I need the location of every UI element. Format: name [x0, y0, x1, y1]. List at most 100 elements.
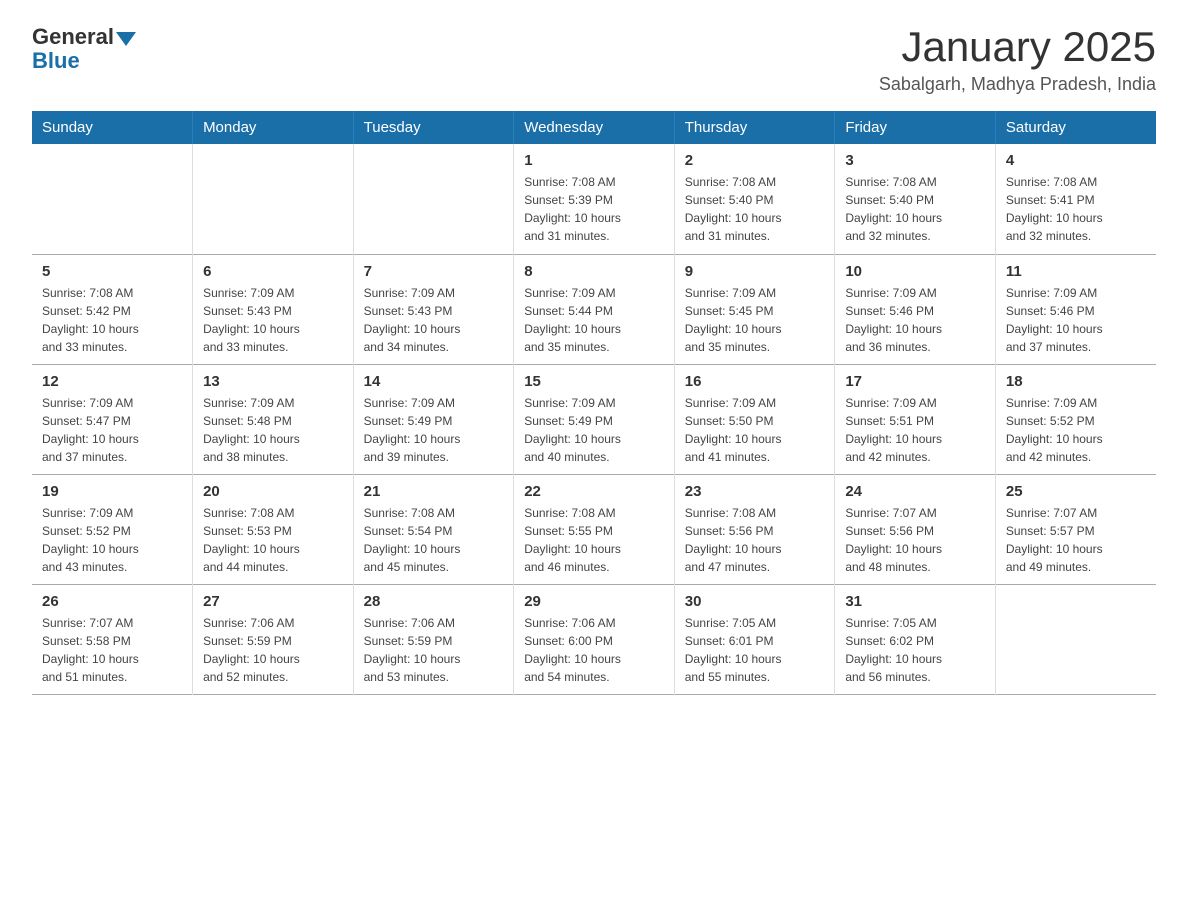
- calendar-week-row: 1 Sunrise: 7:08 AM Sunset: 5:39 PM Daylig…: [32, 144, 1156, 254]
- calendar-cell: 18 Sunrise: 7:09 AM Sunset: 5:52 PM Dayli…: [995, 364, 1156, 474]
- calendar-cell: [193, 144, 354, 254]
- day-number: 8: [524, 263, 664, 280]
- calendar-cell: 1 Sunrise: 7:08 AM Sunset: 5:39 PM Daylig…: [514, 144, 675, 254]
- day-info: Sunrise: 7:08 AM Sunset: 5:56 PM Dayligh…: [685, 504, 825, 576]
- calendar-header-row: SundayMondayTuesdayWednesdayThursdayFrid…: [32, 111, 1156, 144]
- calendar-cell: 17Sunrise: 7:09 AM Sunset: 5:51 PM Dayli…: [835, 364, 996, 474]
- day-info: Sunrise: 7:09 AM Sunset: 5:43 PM Dayligh…: [203, 284, 343, 356]
- day-number: 31: [845, 593, 985, 610]
- day-info: Sunrise: 7:09 AM Sunset: 5:50 PM Dayligh…: [685, 394, 825, 466]
- calendar-cell: 25Sunrise: 7:07 AM Sunset: 5:57 PM Dayli…: [995, 474, 1156, 584]
- calendar-cell: 28 Sunrise: 7:06 AM Sunset: 5:59 PM Dayli…: [353, 584, 514, 694]
- day-number: 1: [524, 152, 664, 169]
- calendar-cell: 7 Sunrise: 7:09 AM Sunset: 5:43 PM Daylig…: [353, 254, 514, 364]
- page-header: General Blue January 2025 Sabalgarh, Mad…: [32, 24, 1156, 95]
- day-info: Sunrise: 7:09 AM Sunset: 5:52 PM Dayligh…: [1006, 394, 1146, 466]
- day-info: Sunrise: 7:05 AM Sunset: 6:02 PM Dayligh…: [845, 614, 985, 686]
- day-info: Sunrise: 7:09 AM Sunset: 5:49 PM Dayligh…: [524, 394, 664, 466]
- day-info: Sunrise: 7:06 AM Sunset: 5:59 PM Dayligh…: [203, 614, 343, 686]
- logo-blue: Blue: [32, 48, 80, 74]
- calendar-cell: 29 Sunrise: 7:06 AM Sunset: 6:00 PM Dayli…: [514, 584, 675, 694]
- calendar-cell: 23Sunrise: 7:08 AM Sunset: 5:56 PM Dayli…: [674, 474, 835, 584]
- calendar-week-row: 19 Sunrise: 7:09 AM Sunset: 5:52 PM Dayli…: [32, 474, 1156, 584]
- day-number: 26: [42, 593, 182, 610]
- day-number: 22: [524, 483, 664, 500]
- day-number: 28: [364, 593, 504, 610]
- calendar-cell: 26Sunrise: 7:07 AM Sunset: 5:58 PM Dayli…: [32, 584, 193, 694]
- day-info: Sunrise: 7:06 AM Sunset: 6:00 PM Dayligh…: [524, 614, 664, 686]
- day-number: 7: [364, 263, 504, 280]
- calendar-cell: 13 Sunrise: 7:09 AM Sunset: 5:48 PM Dayli…: [193, 364, 354, 474]
- calendar-cell: 24 Sunrise: 7:07 AM Sunset: 5:56 PM Dayli…: [835, 474, 996, 584]
- day-number: 18: [1006, 373, 1146, 390]
- day-number: 13: [203, 373, 343, 390]
- calendar-week-row: 26Sunrise: 7:07 AM Sunset: 5:58 PM Dayli…: [32, 584, 1156, 694]
- day-info: Sunrise: 7:09 AM Sunset: 5:44 PM Dayligh…: [524, 284, 664, 356]
- calendar-cell: 2 Sunrise: 7:08 AM Sunset: 5:40 PM Daylig…: [674, 144, 835, 254]
- logo: General Blue: [32, 24, 136, 74]
- day-info: Sunrise: 7:08 AM Sunset: 5:41 PM Dayligh…: [1006, 173, 1146, 245]
- calendar-cell: 12 Sunrise: 7:09 AM Sunset: 5:47 PM Dayli…: [32, 364, 193, 474]
- title-block: January 2025 Sabalgarh, Madhya Pradesh, …: [879, 24, 1156, 95]
- day-info: Sunrise: 7:09 AM Sunset: 5:52 PM Dayligh…: [42, 504, 182, 576]
- day-number: 2: [685, 152, 825, 169]
- day-info: Sunrise: 7:05 AM Sunset: 6:01 PM Dayligh…: [685, 614, 825, 686]
- calendar-cell: 19 Sunrise: 7:09 AM Sunset: 5:52 PM Dayli…: [32, 474, 193, 584]
- day-info: Sunrise: 7:08 AM Sunset: 5:40 PM Dayligh…: [685, 173, 825, 245]
- day-number: 5: [42, 263, 182, 280]
- calendar-cell: 9Sunrise: 7:09 AM Sunset: 5:45 PM Daylig…: [674, 254, 835, 364]
- day-number: 3: [845, 152, 985, 169]
- day-info: Sunrise: 7:06 AM Sunset: 5:59 PM Dayligh…: [364, 614, 504, 686]
- day-info: Sunrise: 7:08 AM Sunset: 5:54 PM Dayligh…: [364, 504, 504, 576]
- day-info: Sunrise: 7:09 AM Sunset: 5:47 PM Dayligh…: [42, 394, 182, 466]
- day-number: 25: [1006, 483, 1146, 500]
- calendar-cell: 3 Sunrise: 7:08 AM Sunset: 5:40 PM Daylig…: [835, 144, 996, 254]
- calendar-cell: 11Sunrise: 7:09 AM Sunset: 5:46 PM Dayli…: [995, 254, 1156, 364]
- calendar-week-row: 12 Sunrise: 7:09 AM Sunset: 5:47 PM Dayli…: [32, 364, 1156, 474]
- logo-triangle-icon: [116, 32, 136, 46]
- day-number: 4: [1006, 152, 1146, 169]
- calendar-table: SundayMondayTuesdayWednesdayThursdayFrid…: [32, 111, 1156, 695]
- calendar-cell: 4 Sunrise: 7:08 AM Sunset: 5:41 PM Daylig…: [995, 144, 1156, 254]
- calendar-cell: [353, 144, 514, 254]
- calendar-cell: 30 Sunrise: 7:05 AM Sunset: 6:01 PM Dayli…: [674, 584, 835, 694]
- calendar-cell: 15 Sunrise: 7:09 AM Sunset: 5:49 PM Dayli…: [514, 364, 675, 474]
- day-info: Sunrise: 7:08 AM Sunset: 5:53 PM Dayligh…: [203, 504, 343, 576]
- day-info: Sunrise: 7:09 AM Sunset: 5:43 PM Dayligh…: [364, 284, 504, 356]
- calendar-cell: 5 Sunrise: 7:08 AM Sunset: 5:42 PM Daylig…: [32, 254, 193, 364]
- calendar-cell: 8 Sunrise: 7:09 AM Sunset: 5:44 PM Daylig…: [514, 254, 675, 364]
- day-info: Sunrise: 7:09 AM Sunset: 5:51 PM Dayligh…: [845, 394, 985, 466]
- calendar-cell: 6 Sunrise: 7:09 AM Sunset: 5:43 PM Daylig…: [193, 254, 354, 364]
- day-info: Sunrise: 7:09 AM Sunset: 5:49 PM Dayligh…: [364, 394, 504, 466]
- weekday-header-thursday: Thursday: [674, 111, 835, 144]
- day-number: 20: [203, 483, 343, 500]
- day-number: 29: [524, 593, 664, 610]
- location-subtitle: Sabalgarh, Madhya Pradesh, India: [879, 74, 1156, 95]
- day-info: Sunrise: 7:08 AM Sunset: 5:40 PM Dayligh…: [845, 173, 985, 245]
- day-info: Sunrise: 7:08 AM Sunset: 5:39 PM Dayligh…: [524, 173, 664, 245]
- day-number: 19: [42, 483, 182, 500]
- calendar-cell: [32, 144, 193, 254]
- day-number: 14: [364, 373, 504, 390]
- weekday-header-monday: Monday: [193, 111, 354, 144]
- day-number: 11: [1006, 263, 1146, 280]
- calendar-week-row: 5 Sunrise: 7:08 AM Sunset: 5:42 PM Daylig…: [32, 254, 1156, 364]
- day-number: 30: [685, 593, 825, 610]
- day-info: Sunrise: 7:09 AM Sunset: 5:48 PM Dayligh…: [203, 394, 343, 466]
- day-info: Sunrise: 7:08 AM Sunset: 5:42 PM Dayligh…: [42, 284, 182, 356]
- calendar-cell: 16Sunrise: 7:09 AM Sunset: 5:50 PM Dayli…: [674, 364, 835, 474]
- logo-general: General: [32, 24, 114, 50]
- weekday-header-tuesday: Tuesday: [353, 111, 514, 144]
- day-number: 12: [42, 373, 182, 390]
- calendar-cell: 20 Sunrise: 7:08 AM Sunset: 5:53 PM Dayli…: [193, 474, 354, 584]
- weekday-header-saturday: Saturday: [995, 111, 1156, 144]
- day-number: 6: [203, 263, 343, 280]
- calendar-cell: 10Sunrise: 7:09 AM Sunset: 5:46 PM Dayli…: [835, 254, 996, 364]
- day-info: Sunrise: 7:07 AM Sunset: 5:56 PM Dayligh…: [845, 504, 985, 576]
- calendar-cell: 31 Sunrise: 7:05 AM Sunset: 6:02 PM Dayli…: [835, 584, 996, 694]
- day-number: 24: [845, 483, 985, 500]
- day-number: 15: [524, 373, 664, 390]
- calendar-cell: 21Sunrise: 7:08 AM Sunset: 5:54 PM Dayli…: [353, 474, 514, 584]
- weekday-header-friday: Friday: [835, 111, 996, 144]
- day-number: 27: [203, 593, 343, 610]
